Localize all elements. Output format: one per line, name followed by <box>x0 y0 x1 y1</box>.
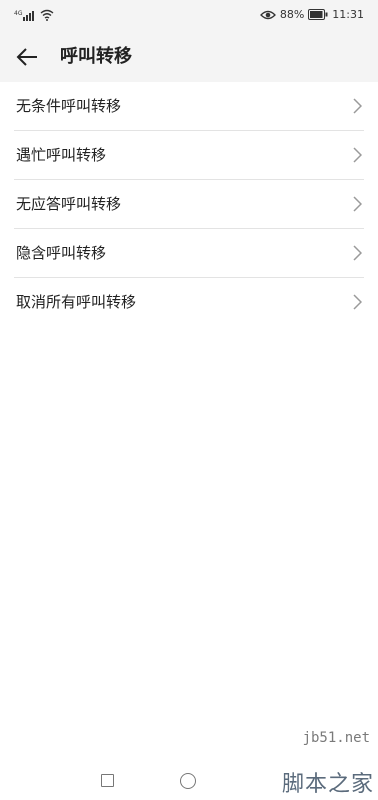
list-item-no-answer-forwarding[interactable]: 无应答呼叫转移 <box>0 180 378 228</box>
eye-comfort-icon <box>259 10 276 19</box>
list-item-label: 遇忙呼叫转移 <box>16 146 107 164</box>
chevron-right-icon <box>353 147 362 163</box>
arrow-left-icon <box>16 48 37 66</box>
battery-icon <box>308 9 328 20</box>
battery-percent: 88% <box>279 8 305 21</box>
wifi-icon <box>40 9 54 21</box>
list-item-label: 隐含呼叫转移 <box>16 244 107 262</box>
chevron-right-icon <box>353 294 362 310</box>
chevron-right-icon <box>353 245 362 261</box>
list-item-label: 取消所有呼叫转移 <box>16 293 137 311</box>
list-item-label: 无应答呼叫转移 <box>16 195 122 213</box>
status-right: 88% 11:31 <box>259 8 364 21</box>
recent-apps-button[interactable] <box>101 774 114 787</box>
app-bar: 呼叫转移 <box>0 32 378 82</box>
signal-icon: 4G <box>14 10 34 21</box>
page-title: 呼叫转移 <box>60 46 132 67</box>
list-item-label: 无条件呼叫转移 <box>16 97 122 115</box>
list-item-busy-forwarding[interactable]: 遇忙呼叫转移 <box>0 131 378 179</box>
status-left: 4G <box>14 9 54 21</box>
home-button[interactable] <box>180 773 196 789</box>
call-forwarding-list: 无条件呼叫转移 遇忙呼叫转移 无应答呼叫转移 隐含呼叫转移 取消所有呼叫转移 <box>0 82 378 326</box>
list-item-cancel-all-forwarding[interactable]: 取消所有呼叫转移 <box>0 278 378 326</box>
clock: 11:31 <box>332 8 364 21</box>
list-item-implicit-forwarding[interactable]: 隐含呼叫转移 <box>0 229 378 277</box>
chevron-right-icon <box>353 98 362 114</box>
chevron-right-icon <box>353 196 362 212</box>
status-bar: 4G 88% 11:31 <box>0 0 378 32</box>
watermark-url: jb51.net <box>302 730 370 746</box>
back-button[interactable] <box>12 44 42 70</box>
watermark-logo: 脚本之家 <box>281 772 374 797</box>
network-type: 4G <box>14 10 23 17</box>
list-item-unconditional-forwarding[interactable]: 无条件呼叫转移 <box>0 82 378 130</box>
